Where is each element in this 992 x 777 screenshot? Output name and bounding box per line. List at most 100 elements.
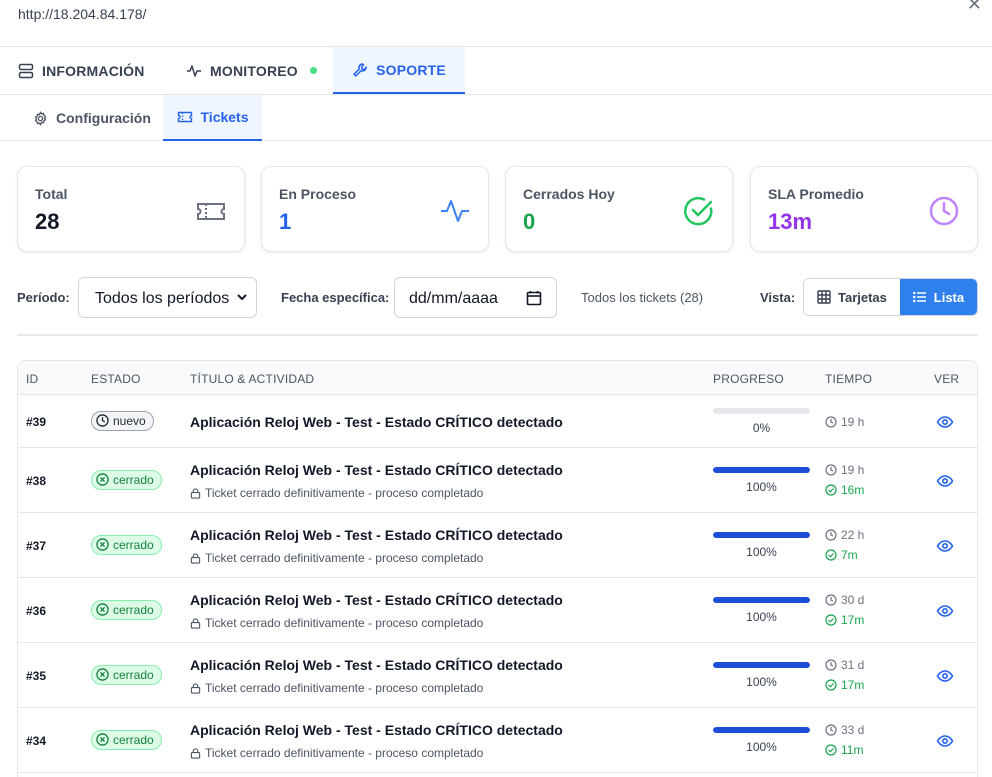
stat-total-value: 28 (35, 209, 60, 234)
check-circle-icon (825, 614, 837, 626)
divider (17, 334, 978, 336)
table-row[interactable]: #36 cerrado Aplicación Reloj Web - Test - … (18, 578, 977, 643)
eye-icon[interactable] (936, 413, 954, 431)
header-progreso: PROGRESO (713, 372, 784, 386)
server-icon (18, 63, 34, 79)
ticket-title[interactable]: Aplicación Reloj Web - Test - Estado CRÍ… (190, 592, 563, 608)
table-row[interactable]: #38 cerrado Aplicación Reloj Web - Test - … (18, 448, 977, 513)
header-ver: VER (934, 372, 960, 386)
grid-icon (817, 290, 831, 304)
resolution-time-text: 17m (841, 613, 865, 627)
x-circle-icon (96, 473, 109, 486)
ticket-activity-text: Ticket cerrado definitivamente - proceso… (205, 746, 484, 760)
vista-tarjetas-button[interactable]: Tarjetas (804, 279, 900, 315)
ticket-id: #36 (26, 603, 47, 618)
elapsed-time: 33 d (825, 723, 864, 737)
tab-tickets[interactable]: Tickets (163, 95, 262, 141)
check-circle-icon (682, 194, 716, 228)
resolution-time: 7m (825, 548, 858, 562)
ticket-activity: Ticket cerrado definitivamente - proceso… (190, 746, 483, 760)
tab-soporte[interactable]: SOPORTE (333, 47, 465, 94)
ticket-activity: Ticket cerrado definitivamente - proceso… (190, 551, 483, 565)
progress-fill (713, 662, 810, 668)
stat-sla-value: 13m (768, 209, 813, 234)
stat-en-proceso-value: 1 (279, 209, 292, 234)
tab-configuracion-label: Configuración (56, 110, 151, 126)
vista-label: Vista: (760, 290, 796, 305)
fecha-input[interactable]: dd/mm/aaaa (394, 277, 557, 318)
calendar-icon[interactable] (526, 290, 542, 306)
lock-icon (190, 552, 201, 564)
eye-icon[interactable] (936, 602, 954, 620)
status-badge: nuevo (91, 410, 154, 431)
vista-toggle: Tarjetas Lista (803, 278, 978, 316)
periodo-select-value: Todos los períodos (95, 290, 230, 307)
ticket-activity-text: Ticket cerrado definitivamente - proceso… (205, 681, 484, 695)
resolution-time-text: 16m (841, 483, 865, 497)
ticket-id: #35 (26, 668, 47, 683)
progress-bar (713, 467, 810, 473)
check-circle-icon (825, 484, 837, 496)
tickets-count: Todos los tickets (28) (581, 290, 704, 305)
table-header: ID ESTADO TÍTULO & ACTIVIDAD PROGRESO TI… (18, 361, 977, 395)
status-badge: cerrado (91, 664, 162, 685)
periodo-select[interactable]: Todos los períodos (78, 277, 257, 318)
stat-total-label: Total (35, 186, 68, 202)
ticket-activity-text: Ticket cerrado definitivamente - proceso… (205, 486, 484, 500)
elapsed-time-text: 19 h (841, 414, 865, 429)
vista-tarjetas-label: Tarjetas (837, 289, 887, 305)
status-badge: cerrado (91, 599, 162, 620)
resolution-time-text: 17m (841, 678, 865, 692)
clock-icon (825, 464, 837, 476)
elapsed-time-text: 19 h (841, 463, 865, 477)
tab-monitoreo[interactable]: MONITOREO (186, 47, 317, 94)
table-row[interactable]: #37 cerrado Aplicación Reloj Web - Test - … (18, 513, 977, 578)
sub-tabs: Configuración Tickets (0, 95, 992, 141)
status-badge: cerrado (91, 469, 162, 490)
progress-bar (713, 597, 810, 603)
ticket-activity-text: Ticket cerrado definitivamente - proceso… (205, 551, 484, 565)
ticket-activity: Ticket cerrado definitivamente - proceso… (190, 681, 483, 695)
list-icon (912, 291, 927, 303)
header-tiempo: TIEMPO (825, 372, 873, 386)
close-icon[interactable]: ✕ (967, 0, 982, 15)
ticket-title[interactable]: Aplicación Reloj Web - Test - Estado CRÍ… (190, 722, 563, 738)
header-estado: ESTADO (91, 372, 141, 386)
eye-icon[interactable] (936, 667, 954, 685)
vista-lista-button[interactable]: Lista (899, 279, 977, 315)
progress-fill (713, 532, 810, 538)
clock-icon (825, 529, 837, 541)
tab-configuracion[interactable]: Configuración (33, 95, 151, 141)
tab-informacion[interactable]: INFORMACIÓN (18, 47, 145, 94)
eye-icon[interactable] (936, 472, 954, 490)
ticket-id: #37 (26, 538, 47, 553)
ticket-title[interactable]: Aplicación Reloj Web - Test - Estado CRÍ… (190, 414, 563, 430)
status-badge-label: cerrado (113, 732, 154, 747)
header-id: ID (26, 372, 39, 386)
progress-fill (713, 727, 810, 733)
ticket-activity: Ticket cerrado definitivamente - proceso… (190, 486, 483, 500)
header-titulo: TÍTULO & ACTIVIDAD (190, 372, 315, 386)
eye-icon[interactable] (936, 732, 954, 750)
stat-card-sla: SLA Promedio 13m (750, 166, 978, 252)
url-text[interactable]: http://18.204.84.178/ (18, 6, 146, 22)
resolution-time: 17m (825, 613, 864, 627)
ticket-title[interactable]: Aplicación Reloj Web - Test - Estado CRÍ… (190, 527, 563, 543)
table-row[interactable]: #34 cerrado Aplicación Reloj Web - Test - … (18, 708, 977, 773)
check-circle-icon (825, 679, 837, 691)
ticket-title[interactable]: Aplicación Reloj Web - Test - Estado CRÍ… (190, 657, 563, 673)
table-row[interactable]: #39 nuevo Aplicación Reloj Web - Test - Es… (18, 395, 977, 448)
resolution-time-text: 11m (841, 743, 864, 757)
x-circle-icon (96, 668, 109, 681)
table-row[interactable]: #35 cerrado Aplicación Reloj Web - Test - … (18, 643, 977, 708)
progress-fill (713, 467, 810, 473)
vista-lista-label: Lista (933, 289, 965, 305)
status-badge-label: cerrado (113, 602, 154, 617)
elapsed-time-text: 22 h (841, 528, 865, 542)
eye-icon[interactable] (936, 537, 954, 555)
x-circle-icon (96, 603, 109, 616)
status-badge: cerrado (91, 534, 162, 555)
ticket-title[interactable]: Aplicación Reloj Web - Test - Estado CRÍ… (190, 462, 563, 478)
ticket-activity-text: Ticket cerrado definitivamente - proceso… (205, 616, 484, 630)
activity-icon (186, 63, 202, 79)
